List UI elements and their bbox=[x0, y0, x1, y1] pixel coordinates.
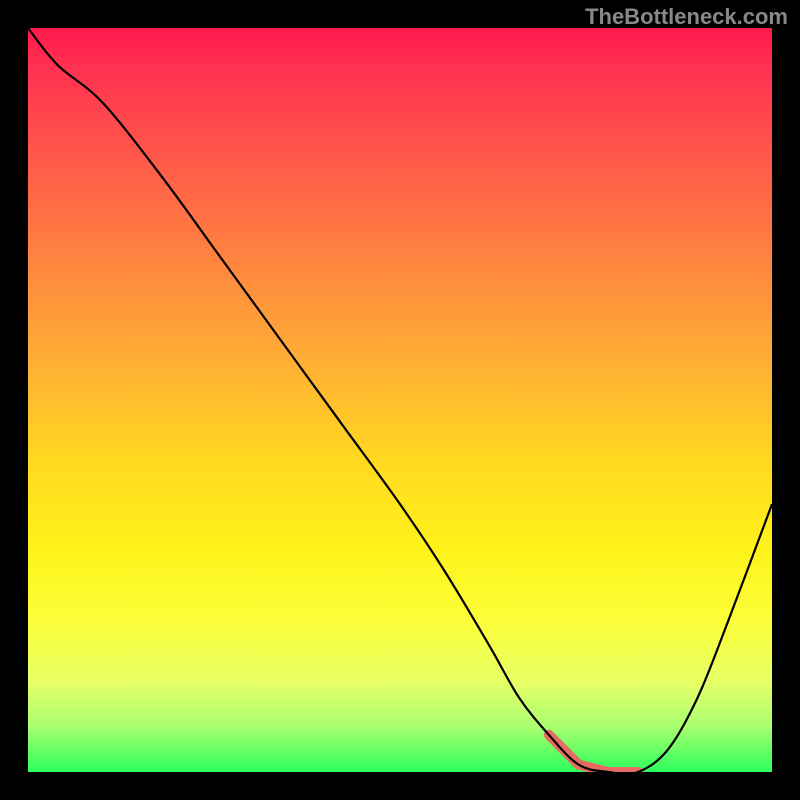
highlight-segment bbox=[549, 735, 638, 772]
chart-svg bbox=[28, 28, 772, 772]
bottleneck-curve bbox=[28, 28, 772, 772]
watermark-text: TheBottleneck.com bbox=[585, 4, 788, 30]
